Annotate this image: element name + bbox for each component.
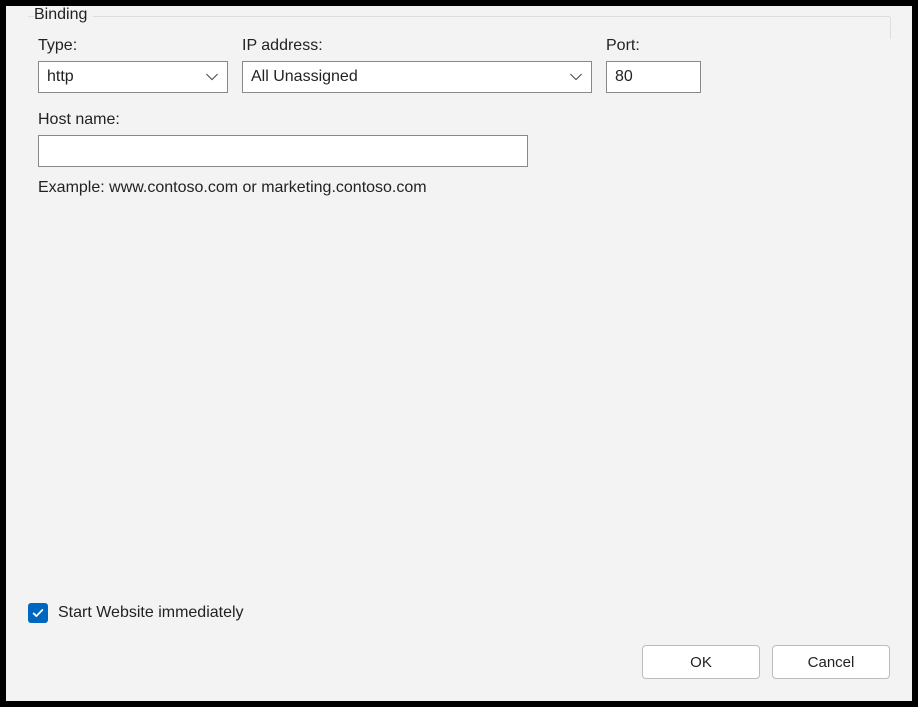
cancel-button[interactable]: Cancel bbox=[772, 645, 890, 679]
chevron-down-icon bbox=[569, 70, 583, 84]
start-immediately-label: Start Website immediately bbox=[58, 604, 244, 622]
ok-button-label: OK bbox=[690, 654, 712, 671]
ip-group: IP address: All Unassigned bbox=[242, 37, 592, 93]
port-label: Port: bbox=[606, 37, 701, 55]
start-immediately-checkbox[interactable] bbox=[28, 603, 48, 623]
binding-dialog: Binding Type: http IP address: All Unass… bbox=[6, 6, 912, 701]
dialog-button-row: OK Cancel bbox=[28, 645, 890, 679]
ok-button[interactable]: OK bbox=[642, 645, 760, 679]
chevron-down-icon bbox=[205, 70, 219, 84]
checkmark-icon bbox=[31, 606, 45, 620]
host-group: Host name: Example: www.contoso.com or m… bbox=[38, 111, 528, 197]
ip-select-value: All Unassigned bbox=[251, 68, 358, 86]
start-immediately-row: Start Website immediately bbox=[28, 603, 890, 623]
type-select[interactable]: http bbox=[38, 61, 228, 93]
ip-label: IP address: bbox=[242, 37, 592, 55]
port-input-value: 80 bbox=[615, 68, 633, 86]
type-label: Type: bbox=[38, 37, 228, 55]
host-input[interactable] bbox=[38, 135, 528, 167]
port-input[interactable]: 80 bbox=[606, 61, 701, 93]
cancel-button-label: Cancel bbox=[808, 654, 855, 671]
type-select-value: http bbox=[47, 68, 74, 86]
binding-row-2: Host name: Example: www.contoso.com or m… bbox=[38, 111, 880, 197]
type-group: Type: http bbox=[38, 37, 228, 93]
ip-select[interactable]: All Unassigned bbox=[242, 61, 592, 93]
fieldset-legend: Binding bbox=[34, 6, 93, 24]
port-group: Port: 80 bbox=[606, 37, 701, 93]
binding-fieldset: Binding Type: http IP address: All Unass… bbox=[28, 16, 890, 587]
binding-row-1: Type: http IP address: All Unassigned bbox=[38, 37, 880, 93]
host-example: Example: www.contoso.com or marketing.co… bbox=[38, 179, 528, 197]
host-label: Host name: bbox=[38, 111, 528, 129]
